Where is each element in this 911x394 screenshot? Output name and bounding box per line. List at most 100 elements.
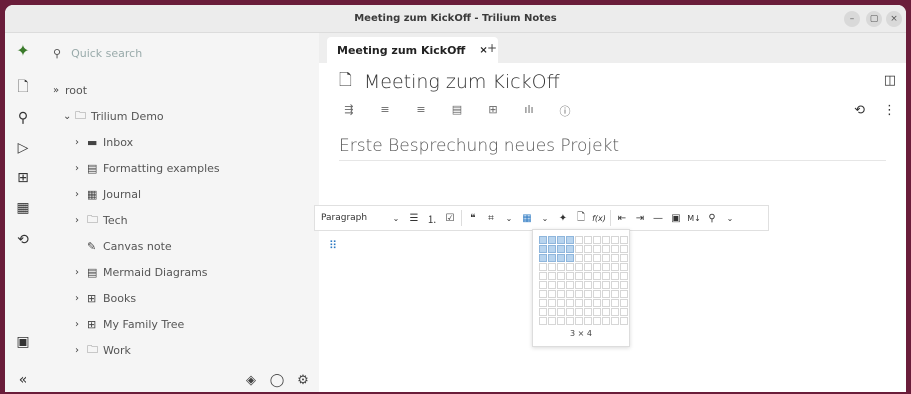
minimize-button[interactable]: – — [844, 11, 860, 27]
table-size-cell[interactable] — [566, 299, 574, 307]
toggle-right-pane-icon[interactable]: ◫ — [884, 73, 896, 88]
table-size-cell[interactable] — [575, 263, 583, 271]
table-size-cell[interactable] — [611, 308, 619, 316]
note-heading[interactable]: Erste Besprechung neues Projekt — [339, 131, 886, 161]
table-size-cell[interactable] — [548, 263, 556, 271]
horizontal-line-icon[interactable]: — — [649, 213, 667, 224]
table-size-cell[interactable] — [566, 317, 574, 325]
table-size-cell[interactable] — [566, 281, 574, 289]
table-size-cell[interactable] — [611, 263, 619, 271]
note-map-icon[interactable]: ⊞ — [5, 165, 41, 191]
block-drag-handle-icon[interactable]: ⠿ — [329, 239, 337, 252]
ribbon-promoted-attributes-icon[interactable]: ⇶ — [339, 103, 359, 119]
chevron-down-icon[interactable]: ⌄ — [500, 214, 518, 223]
markdown-import-icon[interactable]: M↓ — [685, 214, 703, 223]
tree-node-root[interactable]: » root — [53, 79, 87, 101]
table-size-cell[interactable] — [602, 263, 610, 271]
table-size-cell[interactable] — [593, 263, 601, 271]
close-button[interactable]: × — [886, 11, 902, 27]
table-size-cell[interactable] — [602, 272, 610, 280]
table-size-cell[interactable] — [557, 245, 565, 253]
table-size-cell[interactable] — [611, 236, 619, 244]
tree-node-tech[interactable]: › 🗀 Tech — [75, 209, 128, 231]
table-size-cell[interactable] — [539, 263, 547, 271]
outdent-icon[interactable]: ⇤ — [613, 213, 631, 224]
calendar-icon[interactable]: ▦ — [5, 195, 41, 221]
new-tab-button[interactable]: + — [487, 41, 497, 55]
table-size-cell[interactable] — [566, 236, 574, 244]
table-size-cell[interactable] — [584, 236, 592, 244]
image-icon[interactable]: ▣ — [667, 213, 685, 224]
table-size-cell[interactable] — [575, 308, 583, 316]
trilium-logo-icon[interactable]: ✦ — [5, 37, 41, 63]
table-size-cell[interactable] — [557, 272, 565, 280]
table-size-cell[interactable] — [539, 245, 547, 253]
table-size-cell[interactable] — [566, 263, 574, 271]
tab-meeting-zum-kickoff[interactable]: Meeting zum KickOff × — [327, 37, 498, 63]
chevron-right-icon[interactable]: › — [75, 215, 87, 226]
chevron-down-icon[interactable]: ⌄ — [387, 214, 405, 223]
chevron-right-icon[interactable]: › — [75, 319, 87, 330]
table-size-cell[interactable] — [602, 245, 610, 253]
table-size-cell[interactable] — [611, 317, 619, 325]
table-size-cell[interactable] — [557, 281, 565, 289]
indent-icon[interactable]: ⇥ — [631, 213, 649, 224]
include-note-icon[interactable]: ✦ — [554, 213, 572, 224]
table-size-cell[interactable] — [575, 317, 583, 325]
numbered-list-icon[interactable]: ⒈ — [423, 211, 441, 226]
table-size-cell[interactable] — [611, 290, 619, 298]
note-icon[interactable]: 🗋 — [339, 69, 352, 96]
table-size-cell[interactable] — [539, 290, 547, 298]
table-size-cell[interactable] — [539, 281, 547, 289]
table-size-cell[interactable] — [593, 281, 601, 289]
table-size-cell[interactable] — [557, 290, 565, 298]
table-size-cell[interactable] — [593, 272, 601, 280]
table-size-cell[interactable] — [611, 254, 619, 262]
tree-node-trilium-demo[interactable]: ⌄ 🗀 Trilium Demo — [63, 105, 164, 127]
table-size-cell[interactable] — [620, 290, 628, 298]
table-size-cell[interactable] — [566, 308, 574, 316]
table-size-cell[interactable] — [584, 281, 592, 289]
table-size-cell[interactable] — [593, 290, 601, 298]
ribbon-basic-properties-icon[interactable]: ▤ — [447, 103, 467, 119]
ribbon-similar-notes-icon[interactable]: ılı — [519, 103, 539, 119]
table-size-cell[interactable] — [620, 263, 628, 271]
table-size-cell[interactable] — [575, 272, 583, 280]
quote-icon[interactable]: ❝ — [464, 213, 482, 224]
table-size-cell[interactable] — [557, 263, 565, 271]
maximize-button[interactable]: ▢ — [866, 11, 882, 27]
table-size-cell[interactable] — [548, 281, 556, 289]
chevron-right-icon[interactable]: › — [75, 163, 87, 174]
table-size-cell[interactable] — [620, 245, 628, 253]
table-size-cell[interactable] — [539, 272, 547, 280]
code-block-icon[interactable]: ⌗ — [482, 213, 500, 224]
table-size-cell[interactable] — [575, 290, 583, 298]
table-size-cell[interactable] — [557, 254, 565, 262]
table-size-cell[interactable] — [584, 263, 592, 271]
search-icon[interactable]: ⚲ — [5, 105, 41, 131]
table-size-cell[interactable] — [584, 317, 592, 325]
table-size-cell[interactable] — [593, 245, 601, 253]
table-size-cell[interactable] — [566, 290, 574, 298]
tree-node-books[interactable]: › ⊞ Books — [75, 287, 136, 309]
table-size-cell[interactable] — [602, 317, 610, 325]
table-size-cell[interactable] — [611, 299, 619, 307]
table-size-cell[interactable] — [620, 308, 628, 316]
table-size-cell[interactable] — [593, 317, 601, 325]
table-size-cell[interactable] — [611, 272, 619, 280]
table-size-cell[interactable] — [593, 254, 601, 262]
chevron-down-icon[interactable]: ⌄ — [536, 214, 554, 223]
bullet-list-icon[interactable]: ☰ — [405, 213, 423, 224]
table-icon[interactable]: ▦ — [518, 213, 536, 224]
layers-icon[interactable]: ◈ — [241, 373, 261, 388]
table-size-cell[interactable] — [548, 308, 556, 316]
tree-node-journal[interactable]: › ▦ Journal — [75, 183, 141, 205]
table-size-cell[interactable] — [584, 299, 592, 307]
table-size-cell[interactable] — [620, 254, 628, 262]
math-icon[interactable]: f(x) — [590, 214, 608, 223]
table-size-cell[interactable] — [539, 254, 547, 262]
tree-node-inbox[interactable]: › ▬ Inbox — [75, 131, 133, 153]
table-size-cell[interactable] — [548, 272, 556, 280]
chevron-right-icon[interactable]: › — [75, 293, 87, 304]
table-size-cell[interactable] — [593, 236, 601, 244]
